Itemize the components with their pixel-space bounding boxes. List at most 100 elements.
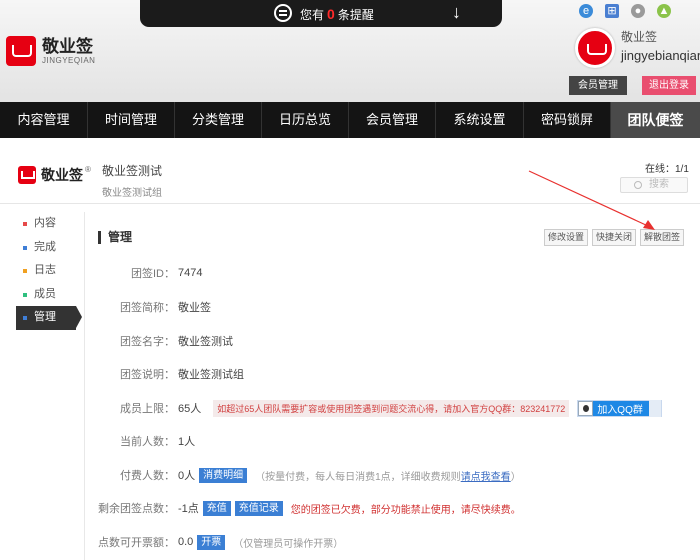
field-value: 1人 [178, 436, 196, 448]
field-value: 7474 [178, 267, 203, 279]
online-status: 在线：1/1 [645, 160, 689, 175]
team-title: 敬业签测试 [102, 164, 163, 178]
nav-calendar[interactable]: 日历总览 [262, 102, 349, 138]
edit-settings-button[interactable]: 修改设置 [543, 229, 588, 246]
apple-icon[interactable]: ● [631, 4, 645, 18]
avatar[interactable] [575, 28, 615, 68]
sidebar-item-label: 内容 [34, 217, 56, 229]
nav-settings[interactable]: 系统设置 [436, 102, 524, 138]
field-label: 当前人数： [120, 436, 175, 448]
field-invoice-amount: 点数可开票额： 0.0 开票 （仅管理员可操作开票） [98, 532, 688, 552]
notification-text: 您有 0 条提醒 [300, 6, 374, 23]
registered-mark: ® [85, 164, 91, 174]
search-input[interactable]: 搜索 [620, 177, 688, 193]
consumption-detail-button[interactable]: 消费明细 [199, 467, 248, 483]
android-icon[interactable]: ▲ [657, 4, 671, 18]
user-account: jingyebianqian [621, 48, 700, 63]
red-dot-icon [23, 222, 27, 226]
billing-note-end: ） [510, 471, 521, 483]
recharge-button[interactable]: 充值 [202, 500, 231, 516]
dissolve-team-button[interactable]: 解散团签 [639, 229, 684, 246]
green-dot-icon [23, 292, 27, 297]
member-management-button[interactable]: 会员管理 [569, 76, 627, 95]
qq-button-tail [648, 399, 661, 417]
notification-count: 0 [327, 6, 335, 22]
join-qq-group-button[interactable]: 加入QQ群 [577, 399, 662, 417]
sidebar-item-label: 管理 [34, 311, 56, 323]
sidebar-divider [84, 212, 85, 560]
nav-team[interactable]: 团队便签 [611, 102, 700, 138]
qq-button-label: 加入QQ群 [597, 404, 643, 416]
blue-dot-icon [23, 245, 27, 250]
recharge-history-button[interactable]: 充值记录 [234, 500, 283, 516]
invoice-button[interactable]: 开票 [197, 534, 226, 550]
field-value: 0人 [178, 470, 196, 482]
blue-dot-icon [23, 316, 27, 320]
brand-name: 敬业签 [42, 36, 93, 56]
team-header: 敬业签 ® 敬业签测试 敬业签测试组 在线：1/1 搜索 [0, 138, 700, 204]
notification-bar[interactable]: 您有 0 条提醒 ↓ [140, 0, 502, 27]
field-value: -1点 [178, 503, 199, 515]
field-team-name: 团签名字： 敬业签测试 [98, 331, 688, 351]
field-remaining-points: 剩余团签点数： -1点 充值 充值记录 您的团签已欠费，部分功能禁止使用，请尽快… [98, 498, 688, 518]
team-logo-icon [18, 166, 36, 184]
nav-time[interactable]: 时间管理 [88, 102, 175, 138]
sidebar-item-done[interactable]: 完成 [0, 236, 84, 260]
nav-category[interactable]: 分类管理 [175, 102, 262, 138]
notification-suffix: 条提醒 [337, 8, 374, 22]
user-name: 敬业签 [621, 30, 658, 44]
field-label: 团签名字： [120, 336, 175, 348]
brand-subtitle: JINGYEQIAN [42, 55, 96, 65]
logout-button[interactable]: 退出登录 [642, 76, 696, 95]
nav-content[interactable]: 内容管理 [0, 102, 88, 138]
platform-icons: e ⊞ ● ▲ [579, 4, 671, 18]
download-arrow-icon[interactable]: ↓ [452, 2, 461, 23]
team-description: 敬业签测试组 [102, 188, 162, 199]
sidebar-item-label: 成员 [34, 287, 56, 300]
nav-lock[interactable]: 密码锁屏 [524, 102, 611, 138]
sidebar-item-log[interactable]: 日志 [0, 259, 84, 283]
windows-icon[interactable]: ⊞ [605, 4, 619, 18]
section-title: 管理 [98, 231, 132, 244]
billing-rules-link[interactable]: 请点我查看 [461, 472, 511, 483]
sidebar-item-members[interactable]: 成员 [0, 283, 84, 307]
main-nav: 内容管理 时间管理 分类管理 日历总览 会员管理 系统设置 密码锁屏 团队便签 [0, 102, 700, 138]
online-count: 1/1 [675, 164, 689, 175]
field-paid-count: 付费人数： 0人 消费明细 （按量付费，每人每日消费1点，详细收费规则请点我查看… [98, 465, 688, 485]
field-label: 成员上限： [120, 403, 175, 415]
field-label: 付费人数： [120, 470, 175, 482]
field-value: 敬业签 [178, 302, 211, 314]
billing-note-text: （按量付费，每人每日消费1点，详细收费规则 [255, 471, 461, 483]
sidebar-item-label: 完成 [34, 240, 56, 253]
field-value: 敬业签测试 [178, 336, 233, 348]
section-actions: 修改设置 快捷关闭 解散团签 [543, 229, 684, 246]
notification-prefix: 您有 [300, 8, 325, 22]
ie-icon[interactable]: e [579, 4, 593, 18]
sidebar-item-content[interactable]: 内容 [0, 212, 84, 236]
field-member-limit: 成员上限： 65人 如超过65人团队需要扩容或使用团签遇到问题交流心得，请加入官… [98, 398, 688, 418]
team-sidebar: 内容 完成 日志 成员 管理 [0, 212, 84, 560]
billing-note: （按量付费，每人每日消费1点，详细收费规则请点我查看） [255, 468, 521, 483]
field-short-name: 团签简称： 敬业签 [98, 297, 688, 317]
team-logo-name: 敬业签 [41, 167, 83, 183]
qq-icon [578, 400, 594, 416]
arrears-warning: 您的团签已欠费，部分功能禁止使用，请尽快续费。 [290, 504, 521, 516]
field-value: 65人 [178, 403, 202, 415]
field-label: 剩余团签点数： [98, 503, 175, 515]
quick-close-button[interactable]: 快捷关闭 [591, 229, 636, 246]
sidebar-item-label: 日志 [34, 264, 56, 276]
field-label: 团签说明： [120, 369, 175, 381]
logo-icon [6, 36, 36, 66]
nav-member[interactable]: 会员管理 [349, 102, 436, 138]
brand-logo[interactable]: 敬业签 JINGYEQIAN [6, 36, 95, 66]
invoice-note: （仅管理员可操作开票） [233, 538, 344, 550]
field-value: 敬业签测试组 [178, 369, 244, 381]
field-label: 团签ID： [131, 268, 175, 280]
field-label: 点数可开票额： [98, 537, 175, 549]
field-team-id: 团签ID： 7474 [98, 263, 688, 283]
field-member-count: 当前人数： 1人 [98, 431, 688, 451]
sidebar-item-manage[interactable]: 管理 [16, 306, 82, 330]
field-label: 团签简称： [120, 302, 175, 314]
online-label: 在线： [645, 164, 675, 175]
team-logo: 敬业签 ® [18, 165, 91, 185]
